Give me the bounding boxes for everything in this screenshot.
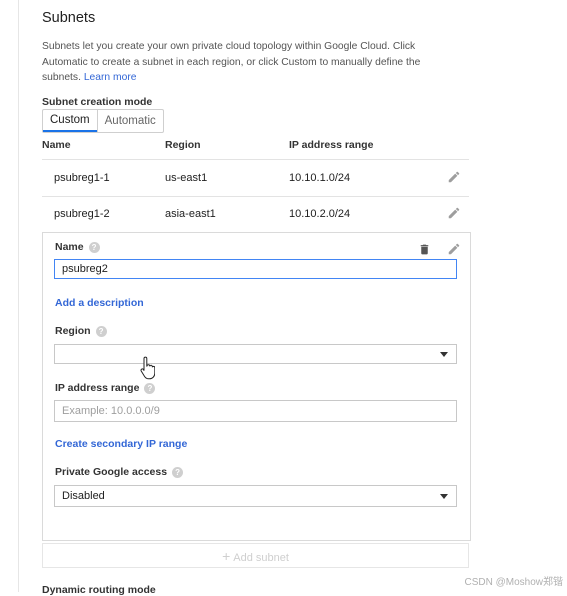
mode-automatic-button[interactable]: Automatic <box>96 110 163 132</box>
section-title: Subnets <box>42 10 96 26</box>
learn-more-link[interactable]: Learn more <box>84 72 137 83</box>
pencil-icon[interactable] <box>447 206 461 220</box>
section-description: Subnets let you create your own private … <box>42 39 447 86</box>
ip-range-label-text: IP address range <box>55 382 140 394</box>
row-2-name: psubreg1-2 <box>54 208 110 220</box>
private-access-label-text: Private Google access <box>55 466 168 478</box>
subnet-mode-label: Subnet creation mode <box>42 96 153 108</box>
row-2-ip: 10.10.2.0/24 <box>289 208 351 220</box>
col-header-region: Region <box>165 139 201 151</box>
region-select[interactable] <box>54 344 457 364</box>
row-2-region: asia-east1 <box>165 208 216 220</box>
region-label-text: Region <box>55 325 91 337</box>
private-access-select[interactable]: Disabled <box>54 485 457 507</box>
row-1-ip: 10.10.1.0/24 <box>289 172 351 184</box>
pencil-icon[interactable] <box>447 242 461 256</box>
row-1-region: us-east1 <box>165 172 208 184</box>
add-subnet-label: Add subnet <box>233 552 289 564</box>
col-header-ip: IP address range <box>289 139 374 151</box>
add-description-link[interactable]: Add a description <box>55 297 144 309</box>
divider <box>42 196 469 197</box>
name-field-label: Name? <box>55 241 100 253</box>
subnet-name-input[interactable]: psubreg2 <box>54 259 457 279</box>
mode-custom-button[interactable]: Custom <box>43 110 97 132</box>
row-1-name: psubreg1-1 <box>54 172 110 184</box>
col-header-name: Name <box>42 139 71 151</box>
dynamic-routing-label: Dynamic routing mode <box>42 584 156 596</box>
divider <box>42 159 469 160</box>
plus-icon: + <box>222 548 231 564</box>
private-access-field-label: Private Google access? <box>55 466 184 478</box>
subnet-mode-toggle: Custom Automatic <box>42 109 164 133</box>
question-circle-icon[interactable]: ? <box>88 241 100 253</box>
question-circle-icon[interactable]: ? <box>95 325 107 337</box>
watermark: CSDN @Moshow郑锴 <box>464 577 563 588</box>
left-rule <box>18 0 19 592</box>
question-circle-icon[interactable]: ? <box>144 382 156 394</box>
ip-range-field-label: IP address range? <box>55 382 156 394</box>
trash-icon[interactable] <box>418 243 431 256</box>
name-label-text: Name <box>55 241 84 253</box>
caret-down-icon <box>440 352 448 357</box>
hand-pointer-cursor <box>140 356 155 380</box>
pencil-icon[interactable] <box>447 170 461 184</box>
create-secondary-ip-link[interactable]: Create secondary IP range <box>55 438 187 450</box>
ip-range-input[interactable]: Example: 10.0.0.0/9 <box>54 400 457 422</box>
question-circle-icon[interactable]: ? <box>172 466 184 478</box>
private-access-value: Disabled <box>62 490 105 502</box>
caret-down-icon <box>440 494 448 499</box>
region-field-label: Region? <box>55 325 107 337</box>
add-subnet-button[interactable]: + Add subnet <box>42 543 469 568</box>
